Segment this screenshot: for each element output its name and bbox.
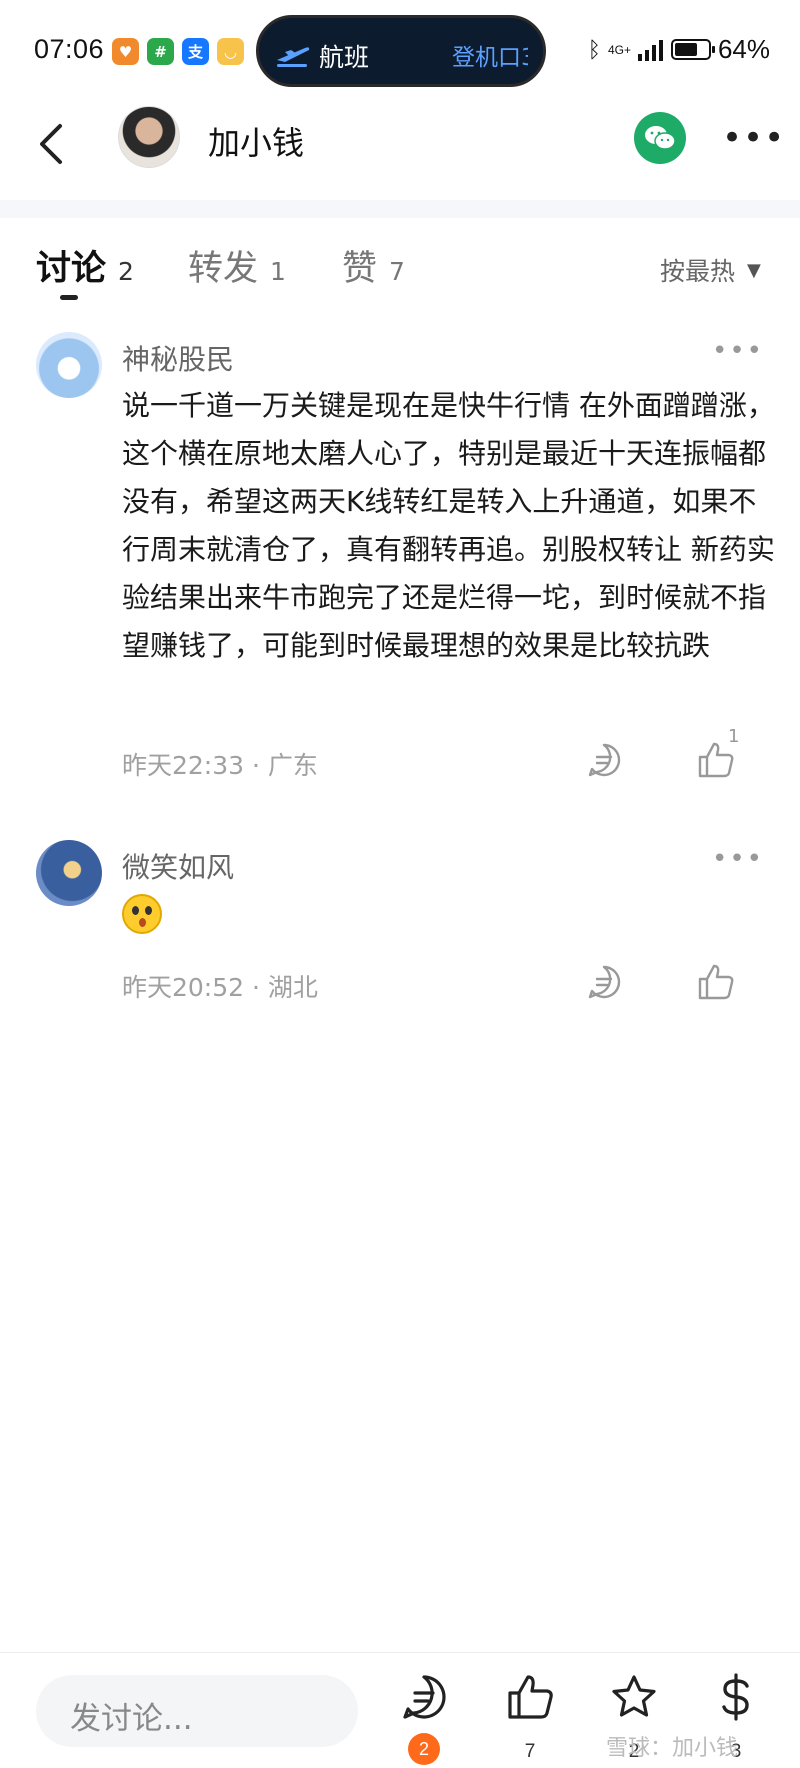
comment-text: 说一千道一万关键是现在是快牛行情 在外面蹭蹭涨，这个横在原地太磨人心了，特别是最… xyxy=(122,389,775,662)
island-gate-label: 登机口3 xyxy=(452,45,528,71)
alipay-icon: 支 xyxy=(182,38,209,65)
sort-label: 按最热 xyxy=(660,257,736,286)
battery-percent: 64% xyxy=(717,34,770,64)
reply-icon[interactable] xyxy=(586,964,622,1000)
tab-repost[interactable]: 转发 1 xyxy=(188,240,286,291)
commenter-name[interactable]: 神秘股民 xyxy=(122,338,234,378)
dynamic-island-flight[interactable]: 航班 登机口3 xyxy=(256,15,546,87)
bluetooth-icon: ᛒ xyxy=(587,36,601,62)
meituan-icon: # xyxy=(147,38,174,65)
status-bar: 07:06 ♥ # 支 ◡ 航班 登机口3 ᛒ 4G+ 64% xyxy=(0,0,800,100)
status-right: ᛒ 4G+ 64% xyxy=(588,34,770,65)
more-options-button[interactable]: ••• xyxy=(722,118,785,158)
tab-count: 1 xyxy=(270,257,286,286)
battery-icon xyxy=(670,39,715,60)
tab-count: 7 xyxy=(389,257,405,286)
tab-count: 2 xyxy=(118,257,134,286)
tab-discussion[interactable]: 讨论 2 xyxy=(36,240,134,291)
network-type: 4G+ xyxy=(607,42,631,57)
comment-icon xyxy=(403,1675,446,1719)
comment-meta: 昨天20:52 · 湖北 xyxy=(122,973,318,1002)
bowl-icon: ◡ xyxy=(217,38,244,65)
caret-down-icon: ▼ xyxy=(747,259,761,281)
tab-label: 讨论 xyxy=(36,249,107,289)
like-count: 1 xyxy=(728,726,740,747)
commenter-name[interactable]: 微笑如风 xyxy=(122,846,234,886)
input-placeholder: 发讨论... xyxy=(70,1701,193,1737)
like-total: 7 xyxy=(524,1741,536,1762)
dollar-icon xyxy=(722,1673,749,1721)
tab-label: 转发 xyxy=(188,249,259,289)
watermark: 雪球：加小钱 xyxy=(606,1736,739,1761)
island-flight-label: 航班 xyxy=(319,43,370,72)
signal-icon xyxy=(637,39,663,61)
comment-count-badge: 2 xyxy=(408,1733,440,1765)
comment-item: 微笑如风 ••• 昨天20:52 · 湖北 xyxy=(0,840,800,1002)
author-name[interactable]: 加小钱 xyxy=(208,118,304,164)
tab-label: 赞 xyxy=(342,249,378,289)
section-divider xyxy=(0,200,800,218)
tab-bar: 讨论 2 转发 1 赞 7 按最热 ▼ xyxy=(0,240,800,310)
wechat-share-button[interactable] xyxy=(634,112,686,164)
tab-likes[interactable]: 赞 7 xyxy=(342,240,405,291)
discussion-input[interactable]: 发讨论... xyxy=(36,1675,358,1747)
like-icon[interactable] xyxy=(696,962,736,1002)
wechat-icon xyxy=(645,126,676,150)
back-arrow-icon[interactable] xyxy=(36,122,66,166)
taobao-icon: ♥ xyxy=(112,38,139,65)
status-time: 07:06 xyxy=(34,34,105,64)
plane-icon xyxy=(277,47,310,67)
author-avatar[interactable] xyxy=(118,106,180,168)
thumbs-up-icon xyxy=(508,1675,553,1719)
post-header: 加小钱 ••• xyxy=(0,100,800,200)
comment-button[interactable]: 2 xyxy=(394,1673,454,1765)
shocked-emoji-icon xyxy=(122,894,162,934)
commenter-avatar[interactable] xyxy=(36,840,102,906)
reply-icon[interactable] xyxy=(586,742,622,778)
like-button[interactable]: 7 xyxy=(500,1673,560,1763)
notification-icons: ♥ # 支 ◡ xyxy=(112,38,244,65)
comment-more-button[interactable]: ••• xyxy=(712,336,764,366)
active-tab-indicator xyxy=(60,295,78,300)
comment-item: 神秘股民 ••• 说一千道一万关键是现在是快牛行情 在外面蹭蹭涨，这个横在原地太… xyxy=(0,332,800,792)
comment-more-button[interactable]: ••• xyxy=(712,844,764,874)
commenter-avatar[interactable] xyxy=(36,332,102,398)
sort-dropdown[interactable]: 按最热 ▼ xyxy=(660,252,761,288)
comment-meta: 昨天22:33 · 广东 xyxy=(122,751,318,780)
star-icon xyxy=(612,1675,656,1717)
